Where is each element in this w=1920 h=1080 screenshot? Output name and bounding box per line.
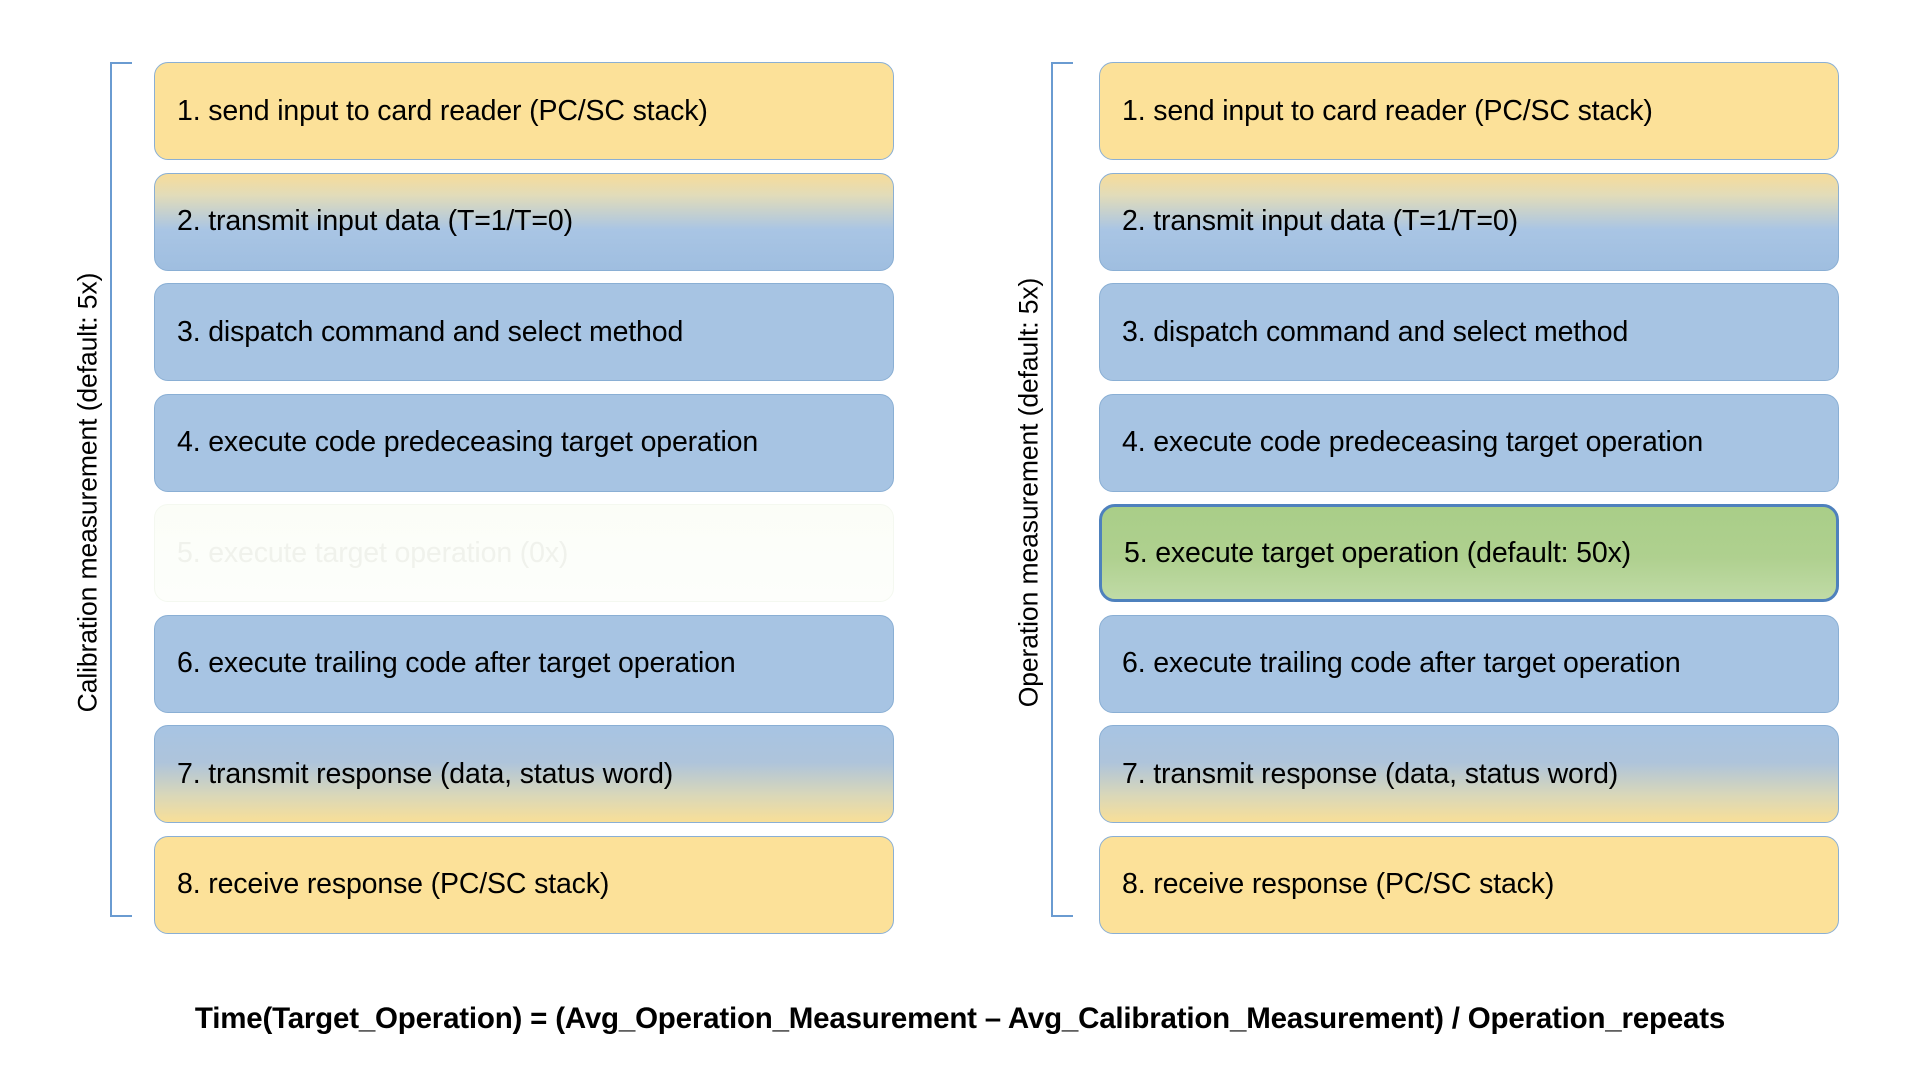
step-label: 5. execute target operation (default: 50… <box>1124 536 1632 569</box>
step-label: 3. dispatch command and select method <box>1122 315 1629 348</box>
step-box[interactable]: 7. transmit response (data, status word) <box>1099 725 1839 823</box>
measurement-columns: Calibration measurement (default: 5x) 1.… <box>0 0 1920 985</box>
step-label: 8. receive response (PC/SC stack) <box>177 868 610 900</box>
operation-step-list: 1. send input to card reader (PC/SC stac… <box>1099 0 1839 985</box>
step-label: 1. send input to card reader (PC/SC stac… <box>177 94 708 127</box>
bracket-bottom-tick <box>1051 915 1073 917</box>
step-box[interactable]: 2. transmit input data (T=1/T=0) <box>154 172 894 271</box>
step-box[interactable]: 8. receive response (PC/SC stack) <box>154 835 894 934</box>
calibration-step-list: 1. send input to card reader (PC/SC stac… <box>154 0 894 985</box>
calibration-side-label-wrap: Calibration measurement (default: 5x) <box>66 0 110 985</box>
step-box[interactable]: 4. execute code predeceasing target oper… <box>1099 393 1839 492</box>
bracket-bottom-tick <box>110 915 132 917</box>
step-label: 4. execute code predeceasing target oper… <box>177 426 759 458</box>
operation-column: Operation measurement (default: 5x) 1. s… <box>1007 0 1839 985</box>
step-label: 2. transmit input data (T=1/T=0) <box>177 205 573 237</box>
step-label: 8. receive response (PC/SC stack) <box>1122 868 1555 900</box>
step-box-highlighted[interactable]: 5. execute target operation (default: 50… <box>1099 504 1839 602</box>
step-box[interactable]: 8. receive response (PC/SC stack) <box>1099 835 1839 934</box>
step-box[interactable]: 1. send input to card reader (PC/SC stac… <box>1099 62 1839 160</box>
bracket-vertical-line <box>1051 62 1053 917</box>
calibration-side-label: Calibration measurement (default: 5x) <box>72 272 103 713</box>
bracket-top-tick <box>110 62 132 64</box>
step-label: 5. execute target operation (0x) <box>177 536 569 569</box>
step-label: 6. execute trailing code after target op… <box>1122 647 1681 679</box>
step-box[interactable]: 1. send input to card reader (PC/SC stac… <box>154 62 894 160</box>
step-label: 6. execute trailing code after target op… <box>177 647 736 679</box>
time-formula: Time(Target_Operation) = (Avg_Operation_… <box>194 1002 1726 1035</box>
step-label: 7. transmit response (data, status word) <box>177 757 674 790</box>
step-label: 3. dispatch command and select method <box>177 315 684 348</box>
step-label: 1. send input to card reader (PC/SC stac… <box>1122 94 1653 127</box>
step-box[interactable]: 7. transmit response (data, status word) <box>154 725 894 823</box>
step-box-disabled[interactable]: 5. execute target operation (0x) <box>154 504 894 602</box>
step-box[interactable]: 6. execute trailing code after target op… <box>1099 614 1839 713</box>
step-box[interactable]: 3. dispatch command and select method <box>1099 283 1839 381</box>
diagram-canvas: Calibration measurement (default: 5x) 1.… <box>0 0 1920 1080</box>
bracket-vertical-line <box>110 62 112 917</box>
calibration-column: Calibration measurement (default: 5x) 1.… <box>66 0 894 985</box>
step-label: 4. execute code predeceasing target oper… <box>1122 426 1704 458</box>
operation-side-label: Operation measurement (default: 5x) <box>1013 277 1044 708</box>
operation-side-label-wrap: Operation measurement (default: 5x) <box>1007 0 1051 985</box>
step-label: 2. transmit input data (T=1/T=0) <box>1122 205 1518 237</box>
operation-bracket <box>1051 62 1073 917</box>
step-label: 7. transmit response (data, status word) <box>1122 757 1619 790</box>
step-box[interactable]: 4. execute code predeceasing target oper… <box>154 393 894 492</box>
step-box[interactable]: 6. execute trailing code after target op… <box>154 614 894 713</box>
bracket-top-tick <box>1051 62 1073 64</box>
step-box[interactable]: 3. dispatch command and select method <box>154 283 894 381</box>
step-box[interactable]: 2. transmit input data (T=1/T=0) <box>1099 172 1839 271</box>
calibration-bracket <box>110 62 132 917</box>
